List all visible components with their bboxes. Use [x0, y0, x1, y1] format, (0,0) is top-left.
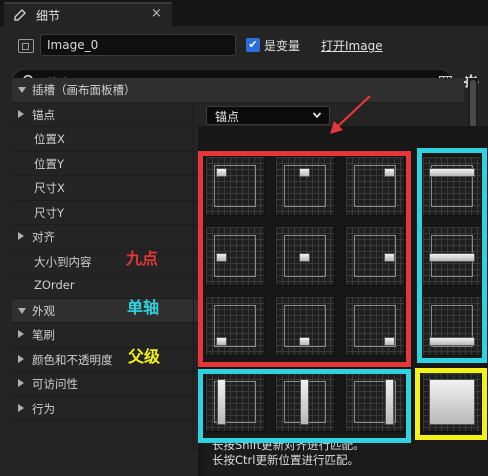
property-label: 颜色和不透明度	[32, 352, 113, 367]
chevron-down-icon	[312, 112, 322, 119]
single-axis-vertical-highlight	[417, 148, 487, 363]
name-input[interactable]: Image_0	[40, 34, 236, 56]
tooltip-line-2: 长按Ctrl更新位置进行匹配。	[212, 453, 359, 467]
expand-arrow-icon[interactable]	[18, 232, 24, 240]
tab-close-button[interactable]: ×	[151, 6, 162, 21]
property-label: 插槽（画布面板槽）	[32, 83, 136, 97]
object-icon	[18, 39, 34, 53]
expand-arrow-icon[interactable]	[18, 354, 24, 363]
expand-arrow-icon[interactable]	[18, 330, 24, 338]
collapse-arrow-icon[interactable]	[18, 87, 26, 93]
single-axis-horizontal-highlight	[198, 369, 411, 443]
property-label: 外观	[32, 303, 55, 318]
property-label: ZOrder	[34, 278, 75, 292]
annotation-arrow	[330, 95, 371, 134]
property-label: 位置Y	[34, 156, 65, 171]
expand-arrow-icon[interactable]	[18, 379, 24, 387]
expand-arrow-icon[interactable]	[18, 109, 24, 118]
expand-arrow-icon[interactable]	[18, 403, 24, 412]
anchor-dropdown-value: 锚点	[215, 110, 240, 124]
property-label: 锚点	[32, 107, 55, 122]
property-label: 大小到内容	[34, 254, 92, 269]
single-axis-annotation: 单轴	[127, 298, 160, 317]
is-variable-checkbox[interactable]: ✔	[246, 38, 260, 52]
category-header[interactable]: 插槽（画布面板槽）	[12, 78, 464, 103]
tab-title: 细节	[36, 9, 61, 23]
nine-point-annotation: 九点	[126, 249, 159, 268]
parent-fill-highlight	[415, 368, 487, 440]
property-label: 对齐	[32, 230, 55, 244]
open-image-link[interactable]: 打开Image	[321, 37, 383, 54]
parent-annotation: 父级	[128, 347, 161, 366]
details-icon	[14, 9, 26, 21]
column-divider	[193, 104, 194, 450]
title-bar: 细节 ×	[0, 0, 488, 26]
anchor-dropdown[interactable]: 锚点	[206, 106, 330, 125]
property-label: 位置X	[34, 132, 65, 146]
property-label: 尺寸X	[34, 181, 65, 195]
is-variable-label: 是变量	[264, 39, 301, 53]
nine-point-highlight	[198, 151, 411, 367]
property-label: 笔刷	[32, 328, 55, 342]
tab-details[interactable]: 细节 ×	[4, 2, 172, 26]
property-label: 行为	[32, 401, 55, 416]
collapse-arrow-icon[interactable]	[18, 307, 26, 314]
property-label: 尺寸Y	[34, 205, 65, 220]
property-label: 可访问性	[32, 377, 78, 391]
